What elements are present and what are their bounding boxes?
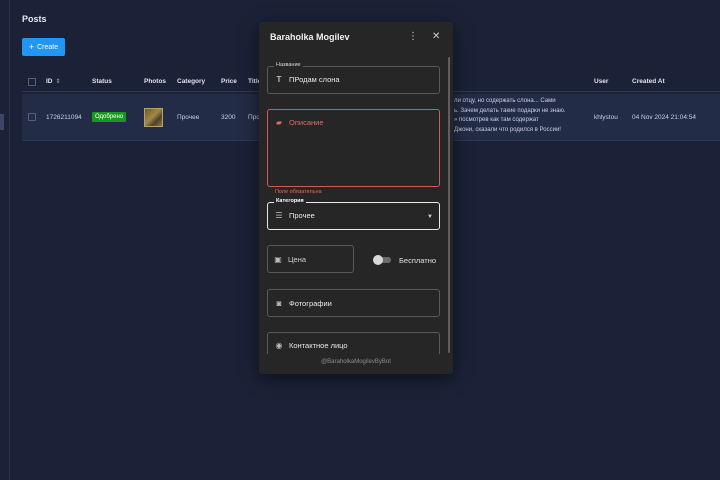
row-created-at: 04 Nov 2024 21:04:54	[632, 114, 696, 121]
column-header-photos[interactable]: Photos	[144, 78, 166, 85]
sort-icon: ⇕	[55, 79, 61, 85]
column-header-id[interactable]: ID ⇕	[46, 78, 61, 85]
select-all-checkbox[interactable]	[28, 78, 36, 86]
contact-label: Контактное лицо	[289, 341, 348, 350]
create-button-label: Create	[37, 43, 59, 51]
close-icon[interactable]: ✕	[432, 31, 440, 42]
account-circle-icon: ◉	[275, 341, 283, 350]
description-field[interactable]: ▰ Описание	[267, 109, 440, 187]
column-header-status[interactable]: Status	[92, 78, 112, 85]
bot-handle: @BaraholkaMogilevByBot	[321, 359, 391, 365]
photo-thumbnail[interactable]	[144, 108, 163, 127]
name-field-value: ПРодам слона	[289, 75, 340, 84]
row-price: 3200	[221, 114, 236, 121]
row-description: ли отцу, но содержать слона... Сами ь. З…	[454, 97, 566, 135]
column-header-created-at[interactable]: Created At	[632, 78, 665, 85]
left-rail	[0, 0, 10, 480]
page-title: Posts	[22, 14, 47, 24]
dialog-title: Baraholka Mogilev	[270, 32, 350, 42]
description-line: ь. Зачем делать такие подарки не знаю.	[454, 107, 566, 114]
camera-icon: ◙	[276, 299, 282, 308]
price-field[interactable]: ▣ Цена	[267, 245, 354, 273]
name-field-legend: Название	[274, 62, 303, 68]
description-line: » посмотрев как там содержат	[454, 117, 539, 123]
plus-icon: +	[28, 41, 35, 52]
photos-label: Фотографии	[289, 299, 332, 308]
create-button[interactable]: + Create	[22, 38, 65, 56]
free-toggle[interactable]	[373, 255, 391, 265]
free-toggle-label: Бесплатно	[399, 256, 437, 265]
row-checkbox[interactable]	[28, 113, 36, 121]
chevron-down-icon: ▼	[427, 214, 433, 220]
row-user: khlystou	[594, 114, 618, 121]
category-select[interactable]: Категория ☰ Прочее ▼	[267, 198, 440, 230]
toggle-knob	[373, 255, 383, 265]
column-header-user[interactable]: User	[594, 78, 608, 85]
list-icon: ☰	[275, 211, 283, 220]
category-value: Прочее	[289, 211, 315, 220]
column-header-category[interactable]: Category	[177, 78, 205, 85]
dialog-scrollbar[interactable]	[448, 57, 450, 353]
status-badge: Одобрено	[92, 112, 127, 122]
comment-icon: ▰	[275, 118, 283, 127]
description-line: ли отцу, но содержать слона... Сами	[454, 98, 556, 104]
text-t-icon: T	[276, 75, 282, 84]
contact-field[interactable]: ◉ Контактное лицо	[267, 332, 440, 354]
price-placeholder: Цена	[288, 255, 307, 264]
more-vertical-icon[interactable]: ⋮	[408, 31, 418, 42]
rail-active-marker	[0, 114, 4, 130]
photos-field[interactable]: ◙ Фотографии	[267, 289, 440, 317]
description-placeholder: Описание	[289, 118, 324, 127]
row-category: Прочее	[177, 114, 200, 121]
row-id: 1726211094	[46, 114, 82, 121]
name-field[interactable]: Название T ПРодам слона	[267, 62, 440, 94]
column-header-price[interactable]: Price	[221, 78, 237, 85]
description-error: Поле обязательна	[275, 189, 322, 195]
money-icon: ▣	[274, 255, 282, 264]
category-field-legend: Категория	[274, 198, 306, 204]
create-post-dialog: Baraholka Mogilev ⋮ ✕ Название T ПРодам …	[259, 22, 453, 374]
description-line: Джони, сказали что родился в России!	[454, 126, 561, 133]
